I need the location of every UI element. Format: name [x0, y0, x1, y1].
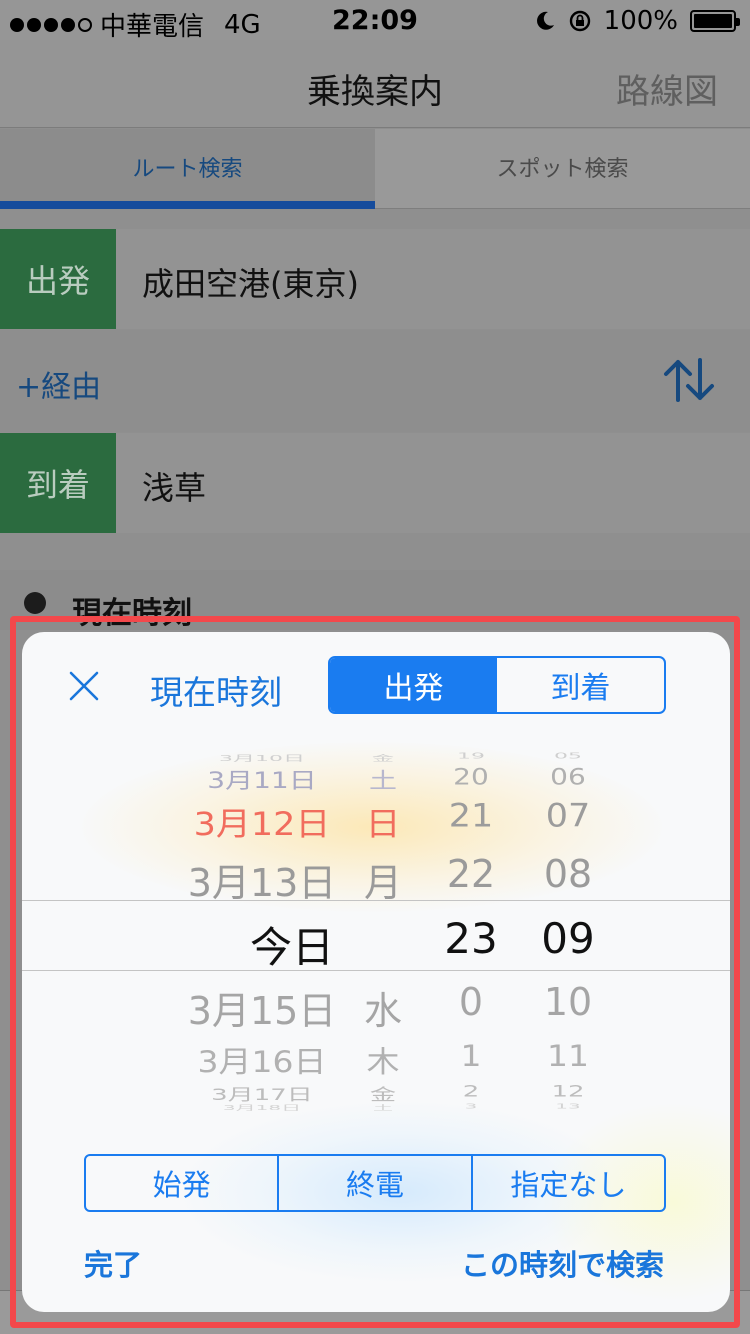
close-icon[interactable]: [68, 670, 100, 702]
current-time-button[interactable]: 現在時刻: [150, 666, 282, 714]
departure-badge: 出発: [0, 229, 116, 329]
arrival-station[interactable]: 浅草: [142, 463, 206, 509]
swap-icon[interactable]: [662, 358, 716, 402]
no-time-button[interactable]: 指定なし: [473, 1156, 664, 1210]
first-train-button[interactable]: 始発: [86, 1156, 280, 1210]
battery-icon: [690, 10, 740, 32]
search-with-time-button[interactable]: この時刻で検索: [461, 1242, 664, 1284]
route-map-button[interactable]: 路線図: [616, 64, 718, 113]
time-setting-row[interactable]: 現在時刻: [0, 570, 750, 631]
battery-percent: 100%: [603, 6, 678, 36]
status-bar: 中華電信 4G 22:09 100%: [0, 0, 750, 42]
done-button[interactable]: 完了: [84, 1242, 142, 1284]
rotation-lock-icon: [569, 10, 590, 32]
arrival-badge: 到着: [0, 433, 116, 533]
selected-date: 今日: [249, 923, 334, 972]
navigation-bar: 乗換案内 路線図: [0, 40, 750, 128]
arrival-row[interactable]: 到着 浅草: [0, 433, 750, 533]
tab-spot-search[interactable]: スポット検索: [375, 129, 750, 209]
departure-arrival-segment: 出発 到着: [328, 656, 666, 714]
selected-minute: 09: [541, 914, 595, 963]
segment-departure[interactable]: 出発: [330, 658, 497, 712]
clock-icon: [24, 592, 46, 614]
sheet-header: 現在時刻 出発 到着: [22, 632, 730, 742]
segment-arrival[interactable]: 到着: [497, 658, 664, 712]
search-tabs: ルート検索 スポット検索: [0, 129, 750, 209]
time-setting-label: 現在時刻: [72, 596, 192, 631]
status-right: 100%: [534, 6, 740, 36]
date-time-picker[interactable]: 3月10日 金 19 05 3月11日 土 20 06 3月12日 日 21 0…: [22, 742, 730, 1122]
departure-station[interactable]: 成田空港(東京): [142, 259, 359, 305]
last-train-button[interactable]: 終電: [279, 1156, 473, 1210]
tab-route-search[interactable]: ルート検索: [0, 129, 375, 209]
via-row: +経由: [0, 330, 750, 432]
add-via-button[interactable]: +経由: [16, 362, 101, 406]
departure-row[interactable]: 出発 成田空港(東京): [0, 229, 750, 329]
time-options-segment: 始発 終電 指定なし: [84, 1154, 666, 1212]
selected-hour: 23: [444, 914, 498, 963]
moon-icon: [536, 11, 554, 30]
time-picker-sheet: 現在時刻 出発 到着 3月10日 金 19 05 3月11日 土 20 06 3…: [22, 632, 730, 1312]
